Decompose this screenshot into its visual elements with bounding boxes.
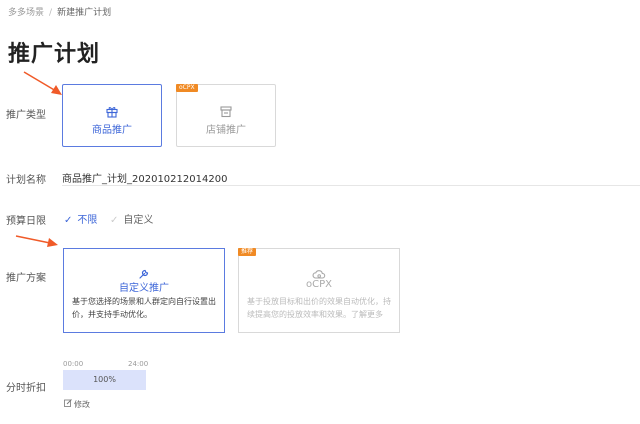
check-icon: ✓ (64, 215, 73, 226)
time-end-label: 24:00 (128, 360, 149, 368)
annotation-arrow-icon (15, 235, 58, 247)
time-discount-percent: 100% (93, 375, 116, 384)
budget-label: 预算日限 (6, 216, 46, 227)
plan-name-label: 计划名称 (6, 175, 46, 186)
breadcrumb-parent[interactable]: 多多场景 (8, 8, 44, 18)
time-discount-bar: 100% (63, 370, 146, 390)
breadcrumb-current: 新建推广计划 (57, 8, 112, 18)
budget-unlimited-label: 不限 (77, 215, 98, 226)
store-icon (220, 103, 233, 122)
promo-plan-custom-desc: 基于您选择的场景和人群定向自行设置出价，并支持手动优化。 (72, 297, 216, 319)
promo-plan-custom-card[interactable]: 自定义推广 基于您选择的场景和人群定向自行设置出价，并支持手动优化。 (63, 248, 225, 333)
ocpx-tag: oCPX (176, 84, 198, 92)
annotation-arrow-icon (23, 71, 62, 95)
check-icon: ✓ (110, 215, 119, 226)
budget-unlimited-option[interactable]: ✓ 不限 (64, 211, 97, 226)
plan-name-underline (62, 185, 640, 186)
breadcrumb-separator: / (49, 8, 53, 18)
edit-time-discount-link[interactable]: 修改 (64, 399, 90, 410)
recommend-tag: 推荐 (238, 248, 257, 256)
budget-custom-option[interactable]: ✓ 自定义 (110, 211, 153, 226)
page-title: 推广计划 (8, 42, 101, 67)
promo-type-product-label: 商品推广 (92, 125, 132, 136)
gift-icon (106, 103, 119, 122)
time-start-label: 00:00 (63, 360, 84, 368)
promo-plan-custom-title: 自定义推广 (119, 283, 169, 294)
promo-plan-ocpx-title: oCPX (306, 279, 332, 290)
promo-plan-ocpx-desc: 基于投放目标和出价的效果自动优化，持续提高您的投放效率和效果。了解更多 (247, 297, 391, 319)
promo-plan-ocpx-card[interactable]: 推荐 oCPX 基于投放目标和出价的效果自动优化，持续提高您的投放效率和效果。了… (238, 248, 400, 333)
time-discount-label: 分时折扣 (6, 383, 46, 394)
promo-type-store-label: 店铺推广 (206, 125, 246, 136)
breadcrumb: 多多场景 / 新建推广计划 (8, 5, 111, 18)
plan-name-input[interactable]: 商品推广_计划_202010212014200 (62, 170, 227, 185)
edit-label: 修改 (74, 400, 90, 409)
promo-plan-label: 推广方案 (6, 273, 46, 284)
budget-custom-label: 自定义 (123, 215, 154, 226)
promo-type-label: 推广类型 (6, 110, 46, 121)
edit-icon (64, 399, 72, 409)
promo-type-store-card[interactable]: oCPX 店铺推广 (176, 84, 276, 147)
promo-type-product-card[interactable]: 商品推广 (62, 84, 162, 147)
